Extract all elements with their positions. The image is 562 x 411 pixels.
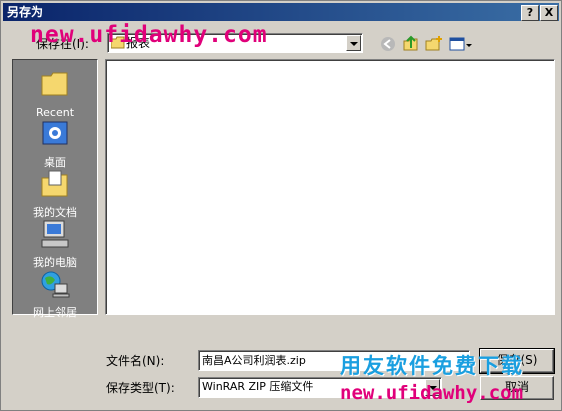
- place-network[interactable]: 网上邻居: [13, 268, 97, 320]
- filename-label: 文件名(N):: [106, 354, 165, 368]
- up-folder-icon[interactable]: [402, 35, 420, 53]
- filename-value: 南昌A公司利润表.zip: [202, 354, 306, 367]
- filetype-label: 保存类型(T):: [106, 381, 175, 395]
- place-recent[interactable]: Recent: [13, 68, 97, 120]
- place-desktop[interactable]: 桌面: [13, 118, 97, 170]
- filetype-value: WinRAR ZIP 压缩文件: [202, 380, 314, 393]
- place-my-computer[interactable]: 我的电脑: [13, 218, 97, 270]
- back-icon[interactable]: [379, 35, 397, 53]
- new-folder-icon[interactable]: [425, 35, 443, 53]
- recent-folder-icon: [41, 72, 68, 96]
- help-button[interactable]: ?: [521, 5, 539, 21]
- close-button[interactable]: X: [540, 5, 558, 21]
- watermark-top: new.ufidawhy.com: [30, 22, 268, 48]
- network-globe-icon: [41, 271, 70, 298]
- documents-folder-icon: [41, 170, 68, 197]
- title-bar[interactable]: 另存为 ? X: [3, 3, 559, 21]
- place-label: 网上邻居: [33, 306, 77, 319]
- watermark-bottom-url: new.ufidawhy.com: [340, 382, 524, 404]
- window-title: 另存为: [7, 5, 44, 19]
- desktop-icon: [42, 121, 68, 145]
- watermark-bottom-cn: 用友软件免费下载: [340, 354, 524, 378]
- view-menu-icon[interactable]: [449, 35, 473, 53]
- places-bar: Recent 桌面 我的文档 我的电脑 网上邻居: [12, 59, 98, 319]
- chevron-down-icon[interactable]: [346, 35, 361, 51]
- place-my-documents[interactable]: 我的文档: [13, 168, 97, 220]
- computer-icon: [41, 220, 69, 248]
- file-list[interactable]: [105, 59, 555, 315]
